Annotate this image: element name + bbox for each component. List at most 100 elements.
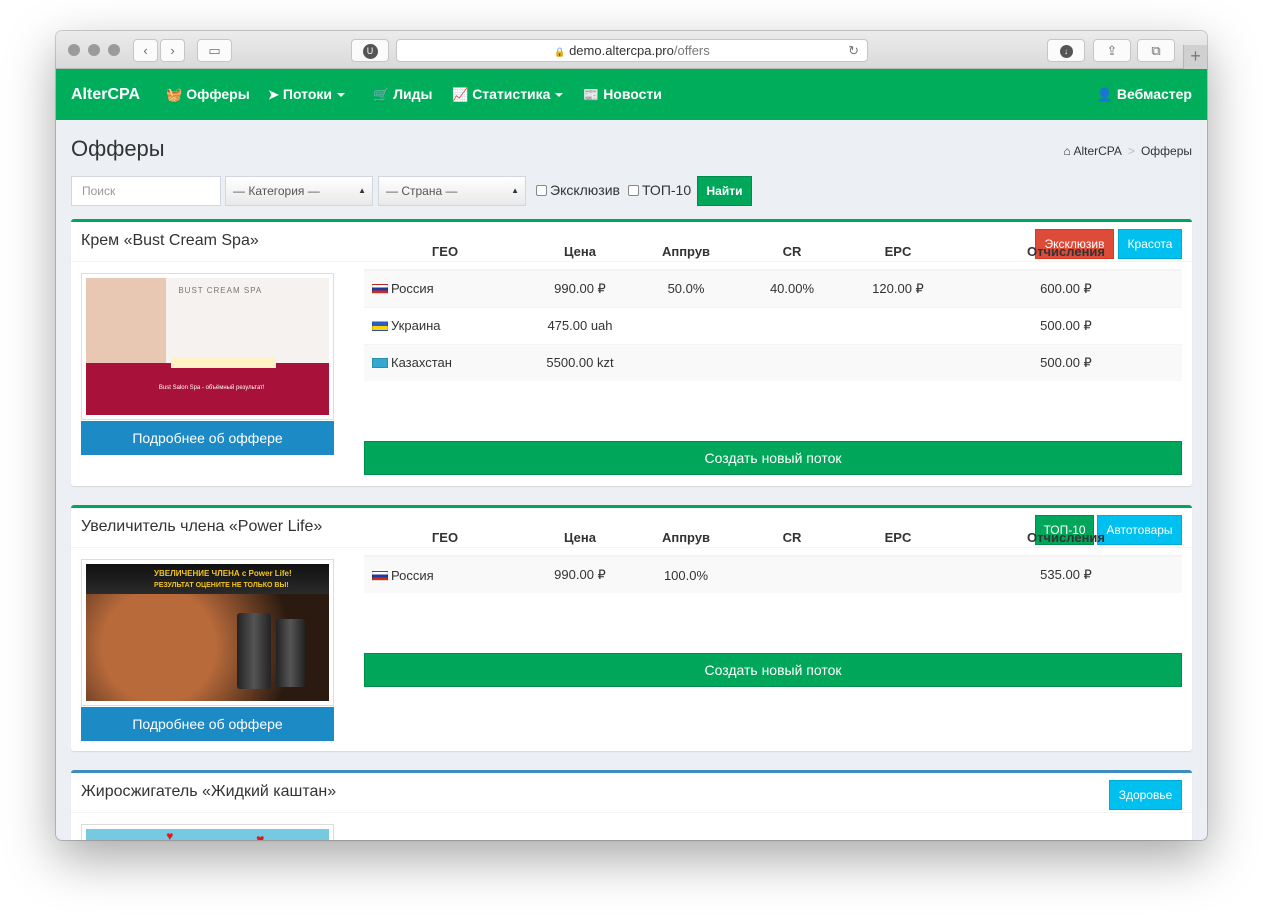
geo-name: Украина — [391, 318, 441, 333]
table-row: Украина 475.00 uah 500.00 ₽ — [364, 306, 1182, 344]
create-flow-button[interactable]: Создать новый поток — [364, 441, 1182, 475]
offer-image[interactable]: BUST CREAM SPA Bust Salon Spa - объёмный… — [81, 273, 334, 420]
category-select[interactable]: — Категория — ▲ — [225, 176, 373, 206]
close-window-icon[interactable] — [68, 44, 80, 56]
approve-cell: 50.0% — [634, 269, 738, 307]
epc-cell: 120.00 ₽ — [846, 269, 950, 307]
offer-image[interactable]: УВЕЛИЧЕНИЕ ЧЛЕНА с Power Life! РЕЗУЛЬТАТ… — [81, 559, 334, 706]
tag-category[interactable]: Здоровье — [1109, 780, 1182, 810]
col-payout: Отчисления — [950, 233, 1182, 271]
create-flow-button[interactable]: Создать новый поток — [364, 653, 1182, 687]
nav-flows[interactable]: ➤ Потоки — [268, 69, 346, 120]
heart-icon: ♥ — [166, 829, 174, 840]
nav-news-label: Новости — [603, 86, 662, 102]
geo-cell: Казахстан — [364, 343, 526, 381]
back-button[interactable]: ‹ — [133, 39, 158, 62]
payout-cell: 600.00 ₽ — [950, 269, 1182, 307]
address-bar[interactable]: 🔒 demo.altercpa.pro/offers ↻ — [396, 39, 868, 62]
col-approve: Аппрув — [634, 519, 738, 557]
sidebar-icon: ▭ — [208, 43, 221, 58]
browser-titlebar: ‹ › ▭ U 🔒 demo.altercpa.pro/offers ↻ ↓ ⇪… — [56, 31, 1207, 69]
col-cr: CR — [738, 233, 846, 271]
nav-leads-label: Лиды — [393, 86, 433, 102]
table-row: Россия 990.00 ₽ 50.0% 40.00% 120.00 ₽ 60… — [364, 269, 1182, 307]
offer-card: Жиросжигатель «Жидкий каштан» Здоровье ♥… — [71, 770, 1192, 840]
flag-ukraine-icon — [372, 321, 388, 331]
sidebar-toggle-button[interactable]: ▭ — [197, 39, 232, 62]
geo-name: Россия — [391, 567, 434, 583]
product-image: BUST CREAM SPA Bust Salon Spa - объёмный… — [86, 278, 329, 415]
user-name: Вебмастер — [1116, 86, 1192, 102]
tabs-icon: ⧉ — [1151, 43, 1161, 58]
product-image: ♥ ♥ — [86, 829, 329, 840]
checkbox-icon — [628, 185, 639, 196]
epc-cell — [846, 306, 950, 344]
country-select[interactable]: — Страна — ▲ — [378, 176, 526, 206]
chevron-right-icon: › — [170, 43, 175, 58]
exclusive-checkbox[interactable]: Эксклюзив — [536, 182, 620, 198]
country-select-value: — Страна — — [386, 184, 458, 198]
geo-cell: Россия — [364, 269, 526, 307]
nav-offers[interactable]: 🧺 Офферы — [166, 69, 250, 120]
brand-logo[interactable]: AlterCPA — [71, 69, 140, 120]
chevron-left-icon: ‹ — [143, 43, 148, 58]
download-icon: ↓ — [1059, 45, 1073, 59]
top10-checkbox[interactable]: ТОП-10 — [628, 182, 691, 198]
image-subcaption: Bust Salon Spa - объёмный результат! — [158, 384, 265, 391]
offer-title[interactable]: Крем «Bust Cream Spa» — [81, 232, 259, 250]
nav-flows-label: Потоки — [282, 86, 333, 102]
offer-details-button[interactable]: Подробнее об оффере — [81, 707, 334, 741]
cr-cell — [738, 306, 846, 344]
updown-arrow-icon: ▲ — [358, 186, 366, 195]
offer-geo-table: ГЕО Цена Аппрув CR EPC Отчисления Россия… — [364, 233, 1182, 381]
reload-icon[interactable]: ↻ — [848, 40, 859, 61]
approve-cell — [634, 306, 738, 344]
url-path: /offers — [673, 43, 710, 58]
heart-icon: ♥ — [256, 831, 265, 840]
nav-statistics[interactable]: 📈 Статистика — [452, 69, 564, 120]
offer-header: Жиросжигатель «Жидкий каштан» Здоровье — [71, 773, 1192, 813]
nav-leads[interactable]: 🛒 Лиды — [373, 69, 432, 120]
col-price: Цена — [526, 233, 634, 271]
breadcrumb-separator: > — [1127, 144, 1135, 158]
downloads-button[interactable]: ↓ — [1047, 39, 1085, 62]
payout-cell: 500.00 ₽ — [950, 343, 1182, 381]
price-cell: 990.00 ₽ — [526, 269, 634, 307]
offer-details-button[interactable]: Подробнее об оффере — [81, 421, 334, 455]
caret-down-icon — [337, 93, 346, 98]
offer-image[interactable]: ♥ ♥ — [81, 824, 334, 840]
search-input[interactable]: Поиск — [71, 176, 221, 206]
plus-icon: + — [1190, 46, 1201, 66]
table-row: Россия 990.00 ₽ 100.0% 535.00 ₽ — [364, 555, 1182, 593]
geo-name: Россия — [391, 281, 434, 297]
user-menu[interactable]: 👤 Вебмастер — [1097, 69, 1192, 120]
image-caption: BUST CREAM SPA — [178, 286, 263, 296]
share-button[interactable]: ⇪ — [1093, 39, 1131, 62]
share-icon: ⇪ — [1106, 43, 1118, 58]
price-cell: 475.00 uah — [526, 306, 634, 344]
new-tab-button[interactable]: + — [1183, 45, 1207, 69]
forward-button[interactable]: › — [160, 39, 185, 62]
offer-title[interactable]: Жиросжигатель «Жидкий каштан» — [81, 783, 336, 801]
col-geo: ГЕО — [364, 233, 526, 271]
epc-cell — [846, 343, 950, 381]
breadcrumb-home[interactable]: AlterCPA — [1073, 144, 1121, 158]
extension-icon: U — [362, 44, 378, 60]
url-host: demo.altercpa.pro — [569, 43, 674, 58]
extension-button[interactable]: U — [351, 39, 389, 62]
cr-cell — [738, 343, 846, 381]
offer-title[interactable]: Увеличитель члена «Power Life» — [81, 518, 322, 536]
flag-russia-icon — [372, 570, 388, 581]
nav-news[interactable]: 📰 Новости — [583, 69, 662, 120]
find-button[interactable]: Найти — [697, 176, 752, 206]
updown-arrow-icon: ▲ — [511, 186, 519, 195]
product-box — [275, 618, 305, 688]
approve-cell: 100.0% — [634, 555, 738, 593]
tabs-overview-button[interactable]: ⧉ — [1137, 39, 1175, 62]
zoom-window-icon[interactable] — [108, 44, 120, 56]
minimize-window-icon[interactable] — [88, 44, 100, 56]
geo-cell: Украина — [364, 306, 526, 344]
flag-russia-icon — [372, 284, 388, 295]
table-row: Казахстан 5500.00 kzt 500.00 ₽ — [364, 343, 1182, 381]
home-icon: ⌂ — [1063, 144, 1071, 158]
